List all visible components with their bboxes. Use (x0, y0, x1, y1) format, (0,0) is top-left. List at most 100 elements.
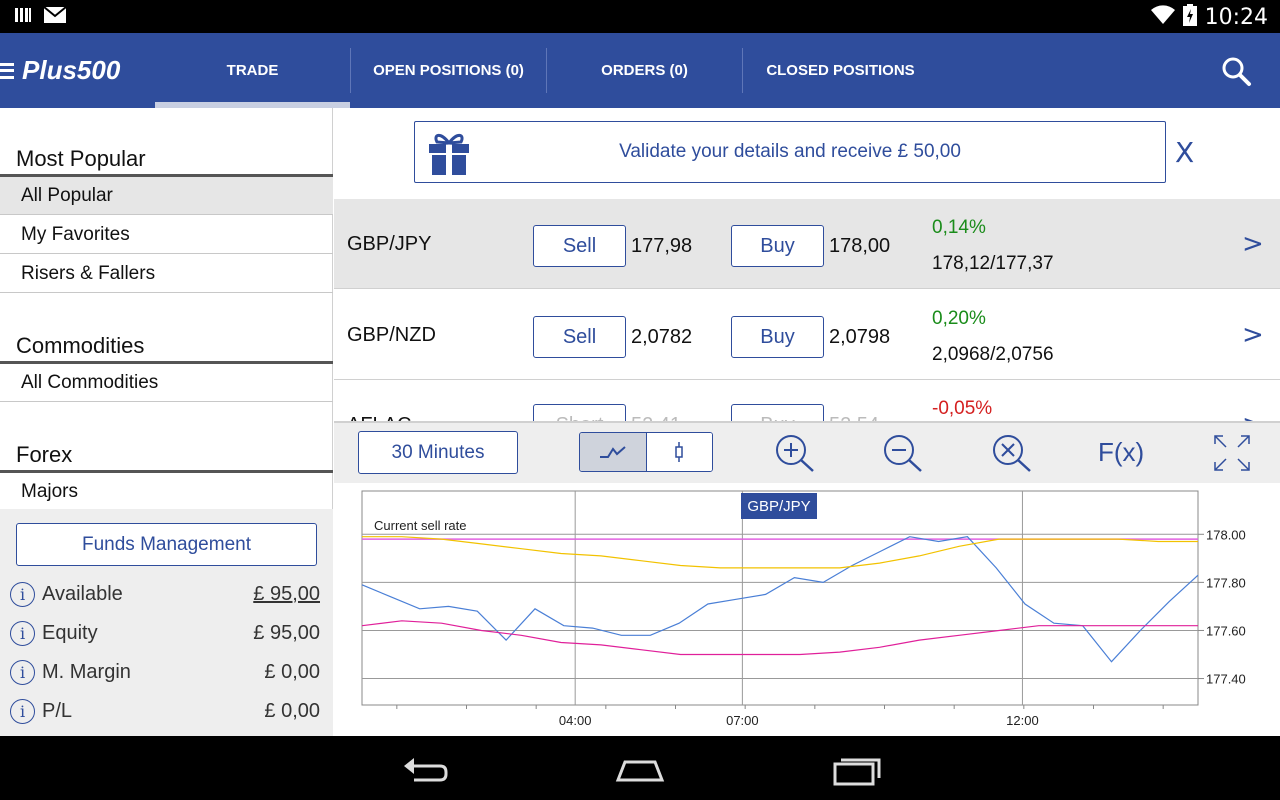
candlestick-icon[interactable] (646, 433, 712, 471)
tab-trade[interactable]: TRADE (155, 33, 350, 108)
change-percent: 0,20% (932, 308, 986, 329)
hamburger-icon (0, 62, 14, 79)
fund-label: Available (42, 582, 123, 605)
current-sell-rate-label: Current sell rate (374, 518, 466, 533)
buy-price: 52,54 (829, 414, 879, 421)
section-title-commodities: Commodities (16, 333, 145, 358)
fund-row-equity: i Equity £ 95,00 (10, 618, 320, 648)
y-tick-label: 177.60 (1206, 623, 1246, 638)
sell-button[interactable]: Sell (533, 316, 626, 358)
change-percent: 0,14% (932, 217, 986, 238)
chart-toolbar: 30 Minutes F(x) (334, 422, 1280, 483)
menu-button[interactable]: Plus500 (0, 55, 120, 86)
fund-label: P/L (42, 699, 73, 722)
recent-apps-icon[interactable] (832, 754, 882, 791)
chart-type-toggle (579, 432, 713, 472)
buy-price: 2,0798 (829, 326, 891, 348)
tab-orders[interactable]: ORDERS (0) (547, 33, 742, 108)
x-tick-label: 04:00 (559, 713, 592, 728)
tab-open-positions[interactable]: OPEN POSITIONS (0) (351, 33, 546, 108)
chevron-right-icon[interactable]: > (1242, 410, 1264, 421)
price-chart[interactable]: Current sell rate 178.00 177.80 177.60 177.… (334, 483, 1280, 736)
home-icon[interactable] (615, 754, 665, 791)
fund-label: M. Margin (42, 660, 131, 683)
lower-band-line (361, 620, 1198, 656)
short-button[interactable]: Short (533, 404, 626, 421)
info-icon[interactable]: i (10, 620, 35, 646)
fund-value: £ 0,00 (264, 660, 320, 683)
chart-title-tag: GBP/JPY (741, 493, 817, 519)
mail-icon (43, 6, 67, 28)
instrument-name: GBP/JPY (347, 233, 432, 255)
instrument-name: AFLAC (347, 414, 411, 421)
instrument-row[interactable]: AFLAC Short 52,41 Buy 52,54 -0,05% > (334, 380, 1280, 422)
y-tick-label: 178.00 (1206, 527, 1246, 542)
chevron-right-icon[interactable]: > (1242, 320, 1264, 350)
zoom-in-icon[interactable] (774, 433, 816, 478)
chart-title: GBP/JPY (747, 498, 810, 515)
sell-price: 2,0782 (631, 326, 693, 348)
fund-label: Equity (42, 621, 98, 644)
funds-panel: Funds Management i Available £ 95,00 i E… (0, 509, 333, 736)
upper-band-line (362, 536, 1198, 569)
zoom-out-icon[interactable] (882, 433, 924, 478)
zoom-reset-icon[interactable] (991, 433, 1033, 478)
high-low: 178,12/177,37 (932, 253, 1054, 274)
y-tick-label: 177.40 (1206, 672, 1246, 687)
info-icon[interactable]: i (10, 581, 35, 607)
buy-button[interactable]: Buy (731, 404, 824, 421)
sidebar-item-all-commodities[interactable]: All Commodities (0, 364, 333, 402)
sell-button[interactable]: Sell (533, 225, 626, 267)
instrument-row[interactable]: GBP/JPY Sell 177,98 Buy 178,00 0,14% 178… (334, 199, 1280, 289)
high-low: 2,0968/2,0756 (932, 344, 1054, 365)
fund-value[interactable]: £ 95,00 (253, 583, 320, 606)
chevron-right-icon[interactable]: > (1242, 229, 1264, 259)
y-tick-label: 177.80 (1206, 575, 1246, 590)
fullscreen-icon[interactable] (1212, 433, 1252, 478)
buy-button[interactable]: Buy (731, 225, 824, 267)
sidebar-item-risers-fallers[interactable]: Risers & Fallers (0, 255, 333, 293)
x-tick-label: 12:00 (1006, 713, 1039, 728)
price-chart-svg: Current sell rate 178.00 177.80 177.60 177.… (361, 490, 1246, 728)
x-tick-label: 07:00 (726, 713, 759, 728)
battery-icon (1182, 4, 1197, 31)
promo-banner[interactable]: Validate your details and receive £ 50,0… (414, 121, 1166, 183)
fund-row-margin: i M. Margin £ 0,00 (10, 657, 320, 687)
instrument-name: GBP/NZD (347, 324, 436, 346)
back-icon[interactable] (400, 754, 448, 791)
tab-closed-positions[interactable]: CLOSED POSITIONS (743, 33, 938, 108)
status-clock: 10:24 (1204, 5, 1268, 30)
section-title-forex: Forex (16, 442, 73, 467)
buy-price: 178,00 (829, 235, 891, 257)
notification-bars-icon (14, 6, 32, 29)
instrument-row[interactable]: GBP/NZD Sell 2,0782 Buy 2,0798 0,20% 2,0… (334, 290, 1280, 380)
info-icon[interactable]: i (10, 698, 35, 724)
info-icon[interactable]: i (10, 659, 35, 685)
sell-price: 177,98 (631, 235, 693, 257)
plot-frame (361, 490, 1199, 706)
brand-logo: Plus500 (22, 55, 121, 85)
status-bar: 10:24 (0, 0, 1280, 33)
indicators-button[interactable]: F(x) (1098, 437, 1144, 468)
fund-value: £ 95,00 (253, 621, 320, 644)
search-icon[interactable] (1220, 55, 1252, 92)
fund-row-pl: i P/L £ 0,00 (10, 696, 320, 726)
system-nav-bar (0, 736, 1280, 800)
price-series-line (361, 536, 1199, 663)
sidebar-item-all-popular[interactable]: All Popular (0, 177, 333, 215)
section-title-most-popular: Most Popular (16, 146, 146, 171)
fund-value: £ 0,00 (264, 699, 320, 722)
banner-close-button[interactable]: X (1175, 136, 1194, 169)
category-sidebar: Most Popular All Popular My Favorites Ri… (0, 108, 333, 736)
fund-row-available: i Available £ 95,00 (10, 579, 320, 609)
buy-button[interactable]: Buy (731, 316, 824, 358)
banner-text: Validate your details and receive £ 50,0… (619, 141, 961, 162)
funds-management-button[interactable]: Funds Management (16, 523, 317, 566)
app-header: Plus500 TRADE OPEN POSITIONS (0) ORDERS … (0, 33, 1280, 108)
line-chart-icon[interactable] (580, 433, 647, 471)
wifi-icon (1150, 5, 1175, 30)
change-percent: -0,05% (932, 398, 993, 419)
sidebar-item-majors[interactable]: Majors (0, 473, 333, 511)
sidebar-item-my-favorites[interactable]: My Favorites (0, 216, 333, 254)
timeframe-button[interactable]: 30 Minutes (358, 431, 518, 474)
